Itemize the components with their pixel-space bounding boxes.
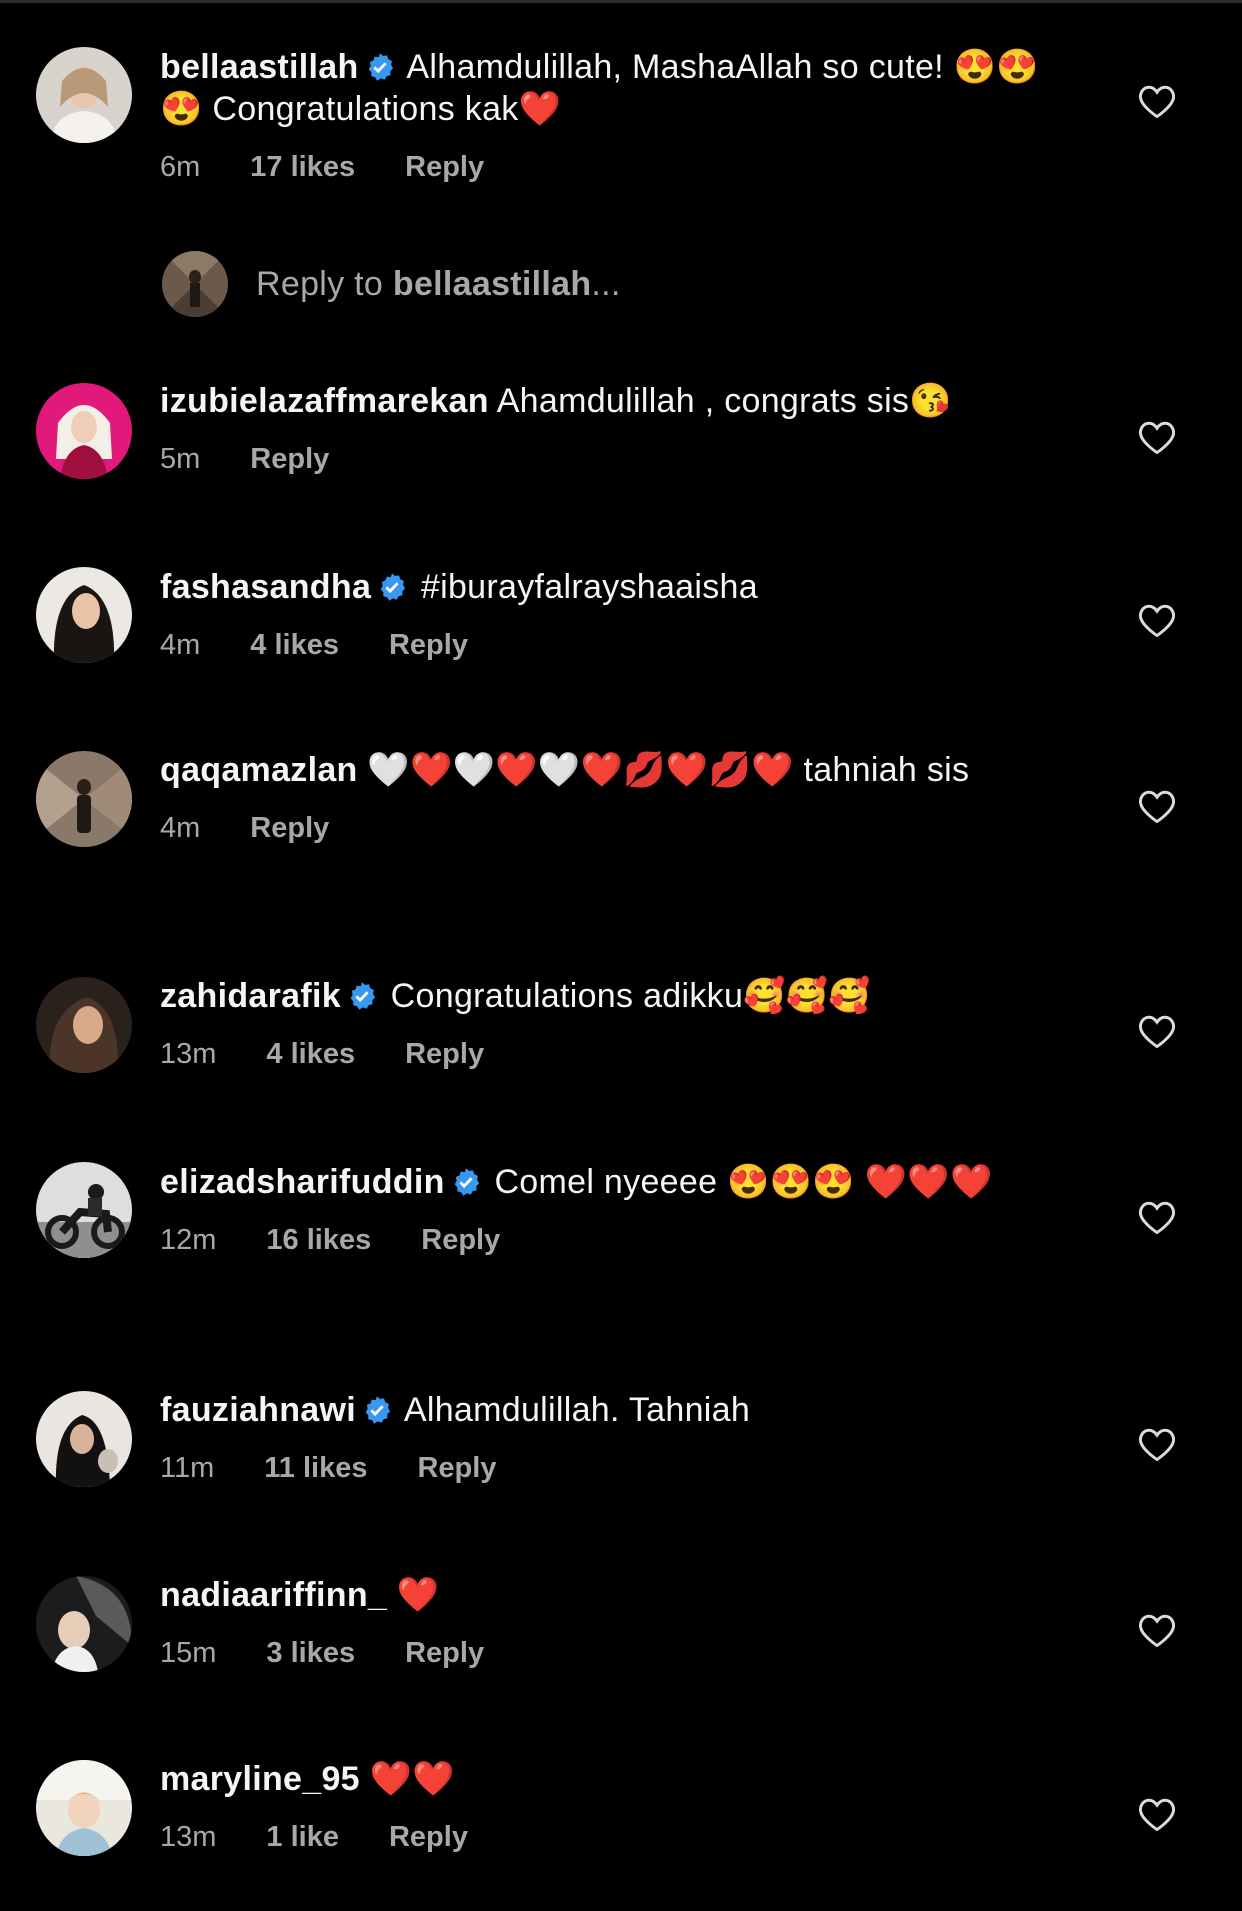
comment-username[interactable]: bellaastillah [160,48,359,86]
avatar[interactable] [36,977,132,1073]
comment-time: 13m [160,1038,217,1070]
avatar[interactable] [36,1760,132,1856]
heart-outline-icon[interactable] [1137,602,1177,638]
reply-input-target: bellaastillah [392,264,592,303]
comment-text: fashasandha #iburayfalrayshaaisha [160,566,1050,608]
comment-username[interactable]: fashasandha [160,568,371,606]
heart-outline-icon[interactable] [1137,83,1177,119]
avatar[interactable] [36,1576,132,1672]
comment-meta: 12m 16 likes Reply [160,1223,1050,1257]
comment-time: 15m [160,1637,217,1669]
reply-input[interactable]: Reply to bellaastillah... [256,265,621,304]
comment-text: zahidarafik Congratulations adikku🥰🥰🥰 [160,975,1050,1017]
comment-body: Congratulations adikku🥰🥰🥰 [390,977,872,1015]
comment-text: elizadsharifuddin Comel nyeeee 😍😍😍 ❤️❤️❤… [160,1161,1050,1203]
comment-body: ❤️ [396,1576,440,1614]
verified-badge-icon [380,573,406,601]
comment-meta: 13m 1 like Reply [160,1820,1050,1854]
comment-time: 12m [160,1224,217,1256]
comment-meta: 15m 3 likes Reply [160,1636,1050,1670]
verified-badge-icon [365,1396,391,1424]
verified-badge-icon [350,982,376,1010]
reply-button[interactable]: Reply [389,628,468,662]
reply-button[interactable]: Reply [405,150,484,184]
comment-time: 11m [160,1452,215,1484]
comment-username[interactable]: nadiaariffinn_ [160,1576,387,1614]
comment-time: 13m [160,1821,217,1853]
avatar[interactable] [36,567,132,663]
comment-text: bellaastillah Alhamdulillah, MashaAllah … [160,46,1050,130]
comment-username[interactable]: izubielazaffmarekan [160,382,489,420]
comment-text: izubielazaffmarekan Ahamdulillah , congr… [160,380,1050,422]
heart-outline-icon[interactable] [1137,1013,1177,1049]
reply-input-row[interactable]: Reply to bellaastillah... [162,251,621,317]
comment-likes[interactable]: 3 likes [266,1636,355,1670]
heart-outline-icon[interactable] [1137,1199,1177,1235]
reply-input-prefix: Reply to [256,264,393,303]
heart-outline-icon[interactable] [1137,1796,1177,1832]
comment-body: #iburayfalrayshaaisha [420,568,758,606]
comment-username[interactable]: fauziahnawi [160,1391,356,1429]
avatar [162,251,228,317]
comment-meta: 4m 4 likes Reply [160,628,1050,662]
verified-badge-icon [368,53,393,81]
comment-likes[interactable]: 1 like [266,1820,339,1854]
comment-likes[interactable]: 11 likes [264,1451,367,1485]
comment-time: 4m [160,812,201,844]
reply-button[interactable]: Reply [250,811,329,845]
comment-meta: 5m Reply [160,442,1050,476]
avatar[interactable] [36,1391,132,1487]
avatar[interactable] [36,383,132,479]
reply-button[interactable]: Reply [421,1223,500,1257]
comment-body: Ahamdulillah , congrats sis😘 [496,382,952,420]
heart-outline-icon[interactable] [1137,788,1177,824]
comment-text: nadiaariffinn_ ❤️ [160,1574,1050,1616]
reply-button[interactable]: Reply [250,442,329,476]
comment-likes[interactable]: 4 likes [266,1037,355,1071]
reply-button[interactable]: Reply [405,1037,484,1071]
comment-body: Alhamdulillah. Tahniah [403,1391,751,1429]
reply-button[interactable]: Reply [417,1451,496,1485]
comment-text: maryline_95 ❤️❤️ [160,1758,1050,1800]
comment-meta: 11m 11 likes Reply [160,1451,1050,1485]
comment-meta: 6m 17 likes Reply [160,150,1050,184]
comment-text: fauziahnawi Alhamdulillah. Tahniah [160,1389,1050,1431]
comment-meta: 13m 4 likes Reply [160,1037,1050,1071]
comment-text: qaqamazlan 🤍❤️🤍❤️🤍❤️💋❤️💋❤️ tahniah sis [160,749,1050,791]
comment-body: ❤️❤️ [369,1760,455,1798]
comment-body: Comel nyeeee 😍😍😍 ❤️❤️❤️ [494,1163,993,1201]
reply-input-suffix: ... [591,264,621,303]
comment-time: 6m [160,151,201,183]
heart-outline-icon[interactable] [1137,1426,1177,1462]
comment-username[interactable]: elizadsharifuddin [160,1163,445,1201]
top-divider [0,0,1242,3]
comment-likes[interactable]: 17 likes [250,150,355,184]
reply-button[interactable]: Reply [405,1636,484,1670]
comment-username[interactable]: qaqamazlan [160,751,358,789]
comment-time: 4m [160,629,201,661]
heart-outline-icon[interactable] [1137,1612,1177,1648]
comment-username[interactable]: maryline_95 [160,1760,360,1798]
avatar[interactable] [36,751,132,847]
comment-body: 🤍❤️🤍❤️🤍❤️💋❤️💋❤️ tahniah sis [367,751,970,789]
avatar[interactable] [36,47,132,143]
comment-meta: 4m Reply [160,811,1050,845]
verified-badge-icon [454,1168,479,1196]
comment-time: 5m [160,443,201,475]
avatar[interactable] [36,1162,132,1258]
comment-likes[interactable]: 16 likes [266,1223,371,1257]
heart-outline-icon[interactable] [1137,419,1177,455]
comment-likes[interactable]: 4 likes [250,628,339,662]
reply-button[interactable]: Reply [389,1820,468,1854]
comment-username[interactable]: zahidarafik [160,977,341,1015]
